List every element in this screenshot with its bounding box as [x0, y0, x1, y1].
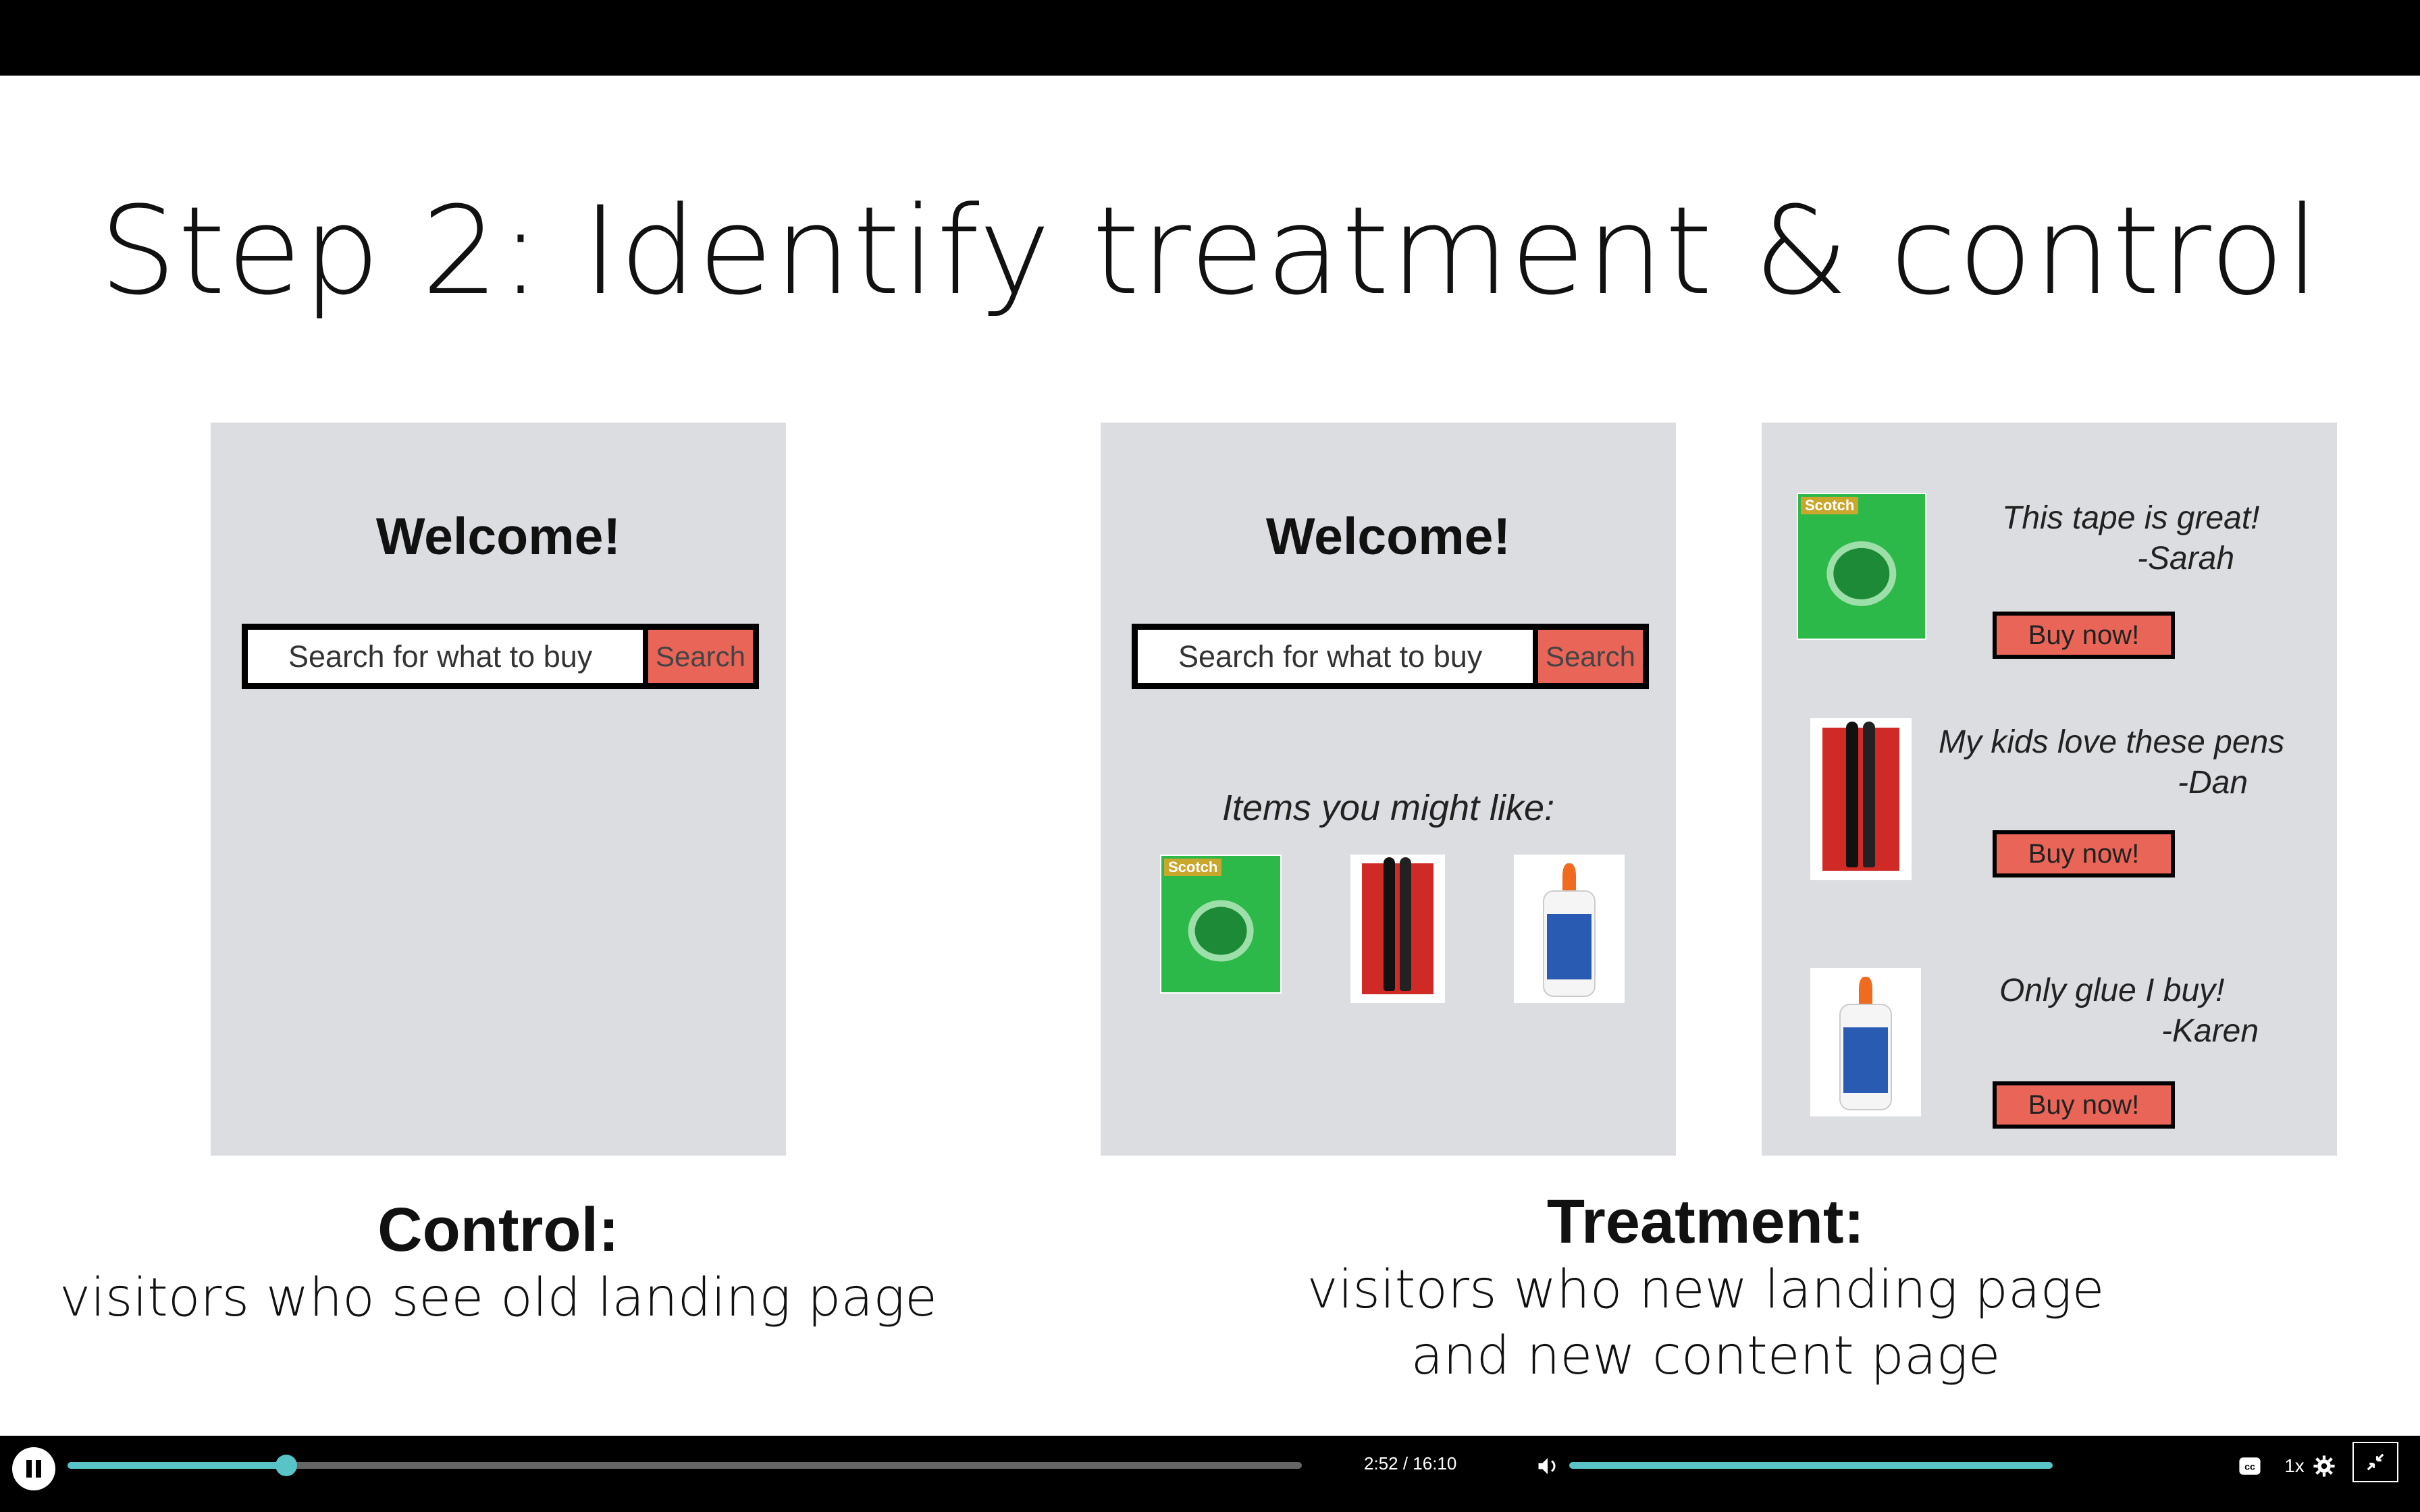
search-bar: Search for what to buy Search [1132, 624, 1649, 689]
settings-icon [2313, 1455, 2335, 1477]
video-frame[interactable]: Step 2: Identify treatment & control Wel… [0, 76, 2420, 1436]
top-black-bar [0, 0, 2420, 76]
seek-bar-progress [68, 1462, 286, 1469]
product-brand-logo: Scotch [1164, 859, 1222, 876]
buy-now-button: Buy now! [1993, 612, 2175, 659]
treatment-content-page-mockup: Scotch This tape is great! -Sarah Buy no… [1762, 423, 2337, 1156]
glue-product-image [1514, 855, 1625, 1003]
glue-label [1843, 1027, 1888, 1093]
treatment-description-line2: and new content page [1411, 1326, 2001, 1386]
volume-slider[interactable] [1569, 1462, 2053, 1469]
pause-icon [36, 1460, 41, 1478]
exit-fullscreen-button[interactable] [2352, 1442, 2398, 1482]
buy-now-label: Buy now! [1997, 1085, 2171, 1125]
search-button: Search [1538, 630, 1643, 683]
glue-label [1547, 914, 1592, 979]
review-author: -Dan [2178, 765, 2248, 801]
pen [1863, 721, 1875, 867]
speed-button[interactable]: 1x [2276, 1451, 2313, 1481]
buy-now-label: Buy now! [1997, 834, 2171, 873]
pen-package [1361, 863, 1434, 994]
pause-icon [26, 1460, 32, 1478]
slide-title: Step 2: Identify treatment & control [99, 181, 2321, 322]
control-landing-page-mockup: Welcome! Search for what to buy Search [211, 423, 786, 1156]
welcome-heading: Welcome! [1265, 508, 1511, 566]
product-brand-logo: Scotch [1801, 497, 1859, 514]
svg-text:cc: cc [2244, 1462, 2255, 1473]
captions-button[interactable]: cc [2235, 1451, 2265, 1481]
review-text: My kids love these pens [1939, 724, 2285, 760]
pens-product-image [1810, 718, 1912, 880]
volume-icon [1538, 1458, 1556, 1474]
pen [1845, 721, 1858, 867]
settings-button[interactable] [2309, 1451, 2339, 1481]
treatment-landing-page-mockup: Welcome! Search for what to buy Search I… [1101, 423, 1676, 1156]
buy-now-button: Buy now! [1993, 830, 2175, 878]
search-input: Search for what to buy [248, 630, 643, 683]
tape-roll [1188, 900, 1254, 962]
pens-product-image [1350, 855, 1445, 1003]
review-quote: This tape is great! -Sarah [2002, 498, 2260, 579]
search-bar: Search for what to buy Search [242, 624, 759, 689]
volume-button[interactable] [1533, 1451, 1562, 1481]
control-description: visitors who see old landing page [59, 1268, 938, 1328]
buy-now-label: Buy now! [1997, 616, 2171, 655]
glue-cap [1562, 863, 1576, 894]
buy-now-button: Buy now! [1993, 1081, 2175, 1129]
glue-product-image [1810, 968, 1921, 1116]
pen [1399, 857, 1411, 992]
review-text: Only glue I buy! [1999, 973, 2225, 1008]
treatment-heading: Treatment: [1546, 1187, 1865, 1256]
items-you-might-like-label: Items you might like: [1221, 788, 1555, 828]
glue-cap [1859, 977, 1872, 1007]
pen [1384, 857, 1395, 992]
tape-roll [1826, 541, 1897, 606]
review-quote: Only glue I buy! -Karen [1999, 971, 2259, 1052]
review-quote: My kids love these pens -Dan [1939, 722, 2284, 803]
welcome-heading: Welcome! [375, 508, 621, 566]
treatment-description-line1: visitors who new landing page [1307, 1260, 2105, 1320]
time-display: 2:52 / 16:10 [1364, 1453, 1457, 1474]
pause-button[interactable] [12, 1447, 55, 1490]
seek-handle[interactable] [275, 1455, 297, 1476]
control-heading: Control: [377, 1195, 619, 1264]
pen-package [1822, 728, 1899, 871]
captions-icon: cc [2239, 1457, 2261, 1475]
tape-product-image: Scotch [1797, 493, 1926, 640]
search-input: Search for what to buy [1138, 630, 1533, 683]
exit-fullscreen-icon [2367, 1453, 2384, 1471]
search-button: Search [648, 630, 753, 683]
review-text: This tape is great! [2002, 500, 2260, 536]
tape-product-image: Scotch [1160, 855, 1282, 994]
review-author: -Sarah [2137, 541, 2235, 576]
video-controls-bar [0, 1436, 2420, 1512]
review-author: -Karen [2161, 1013, 2259, 1049]
